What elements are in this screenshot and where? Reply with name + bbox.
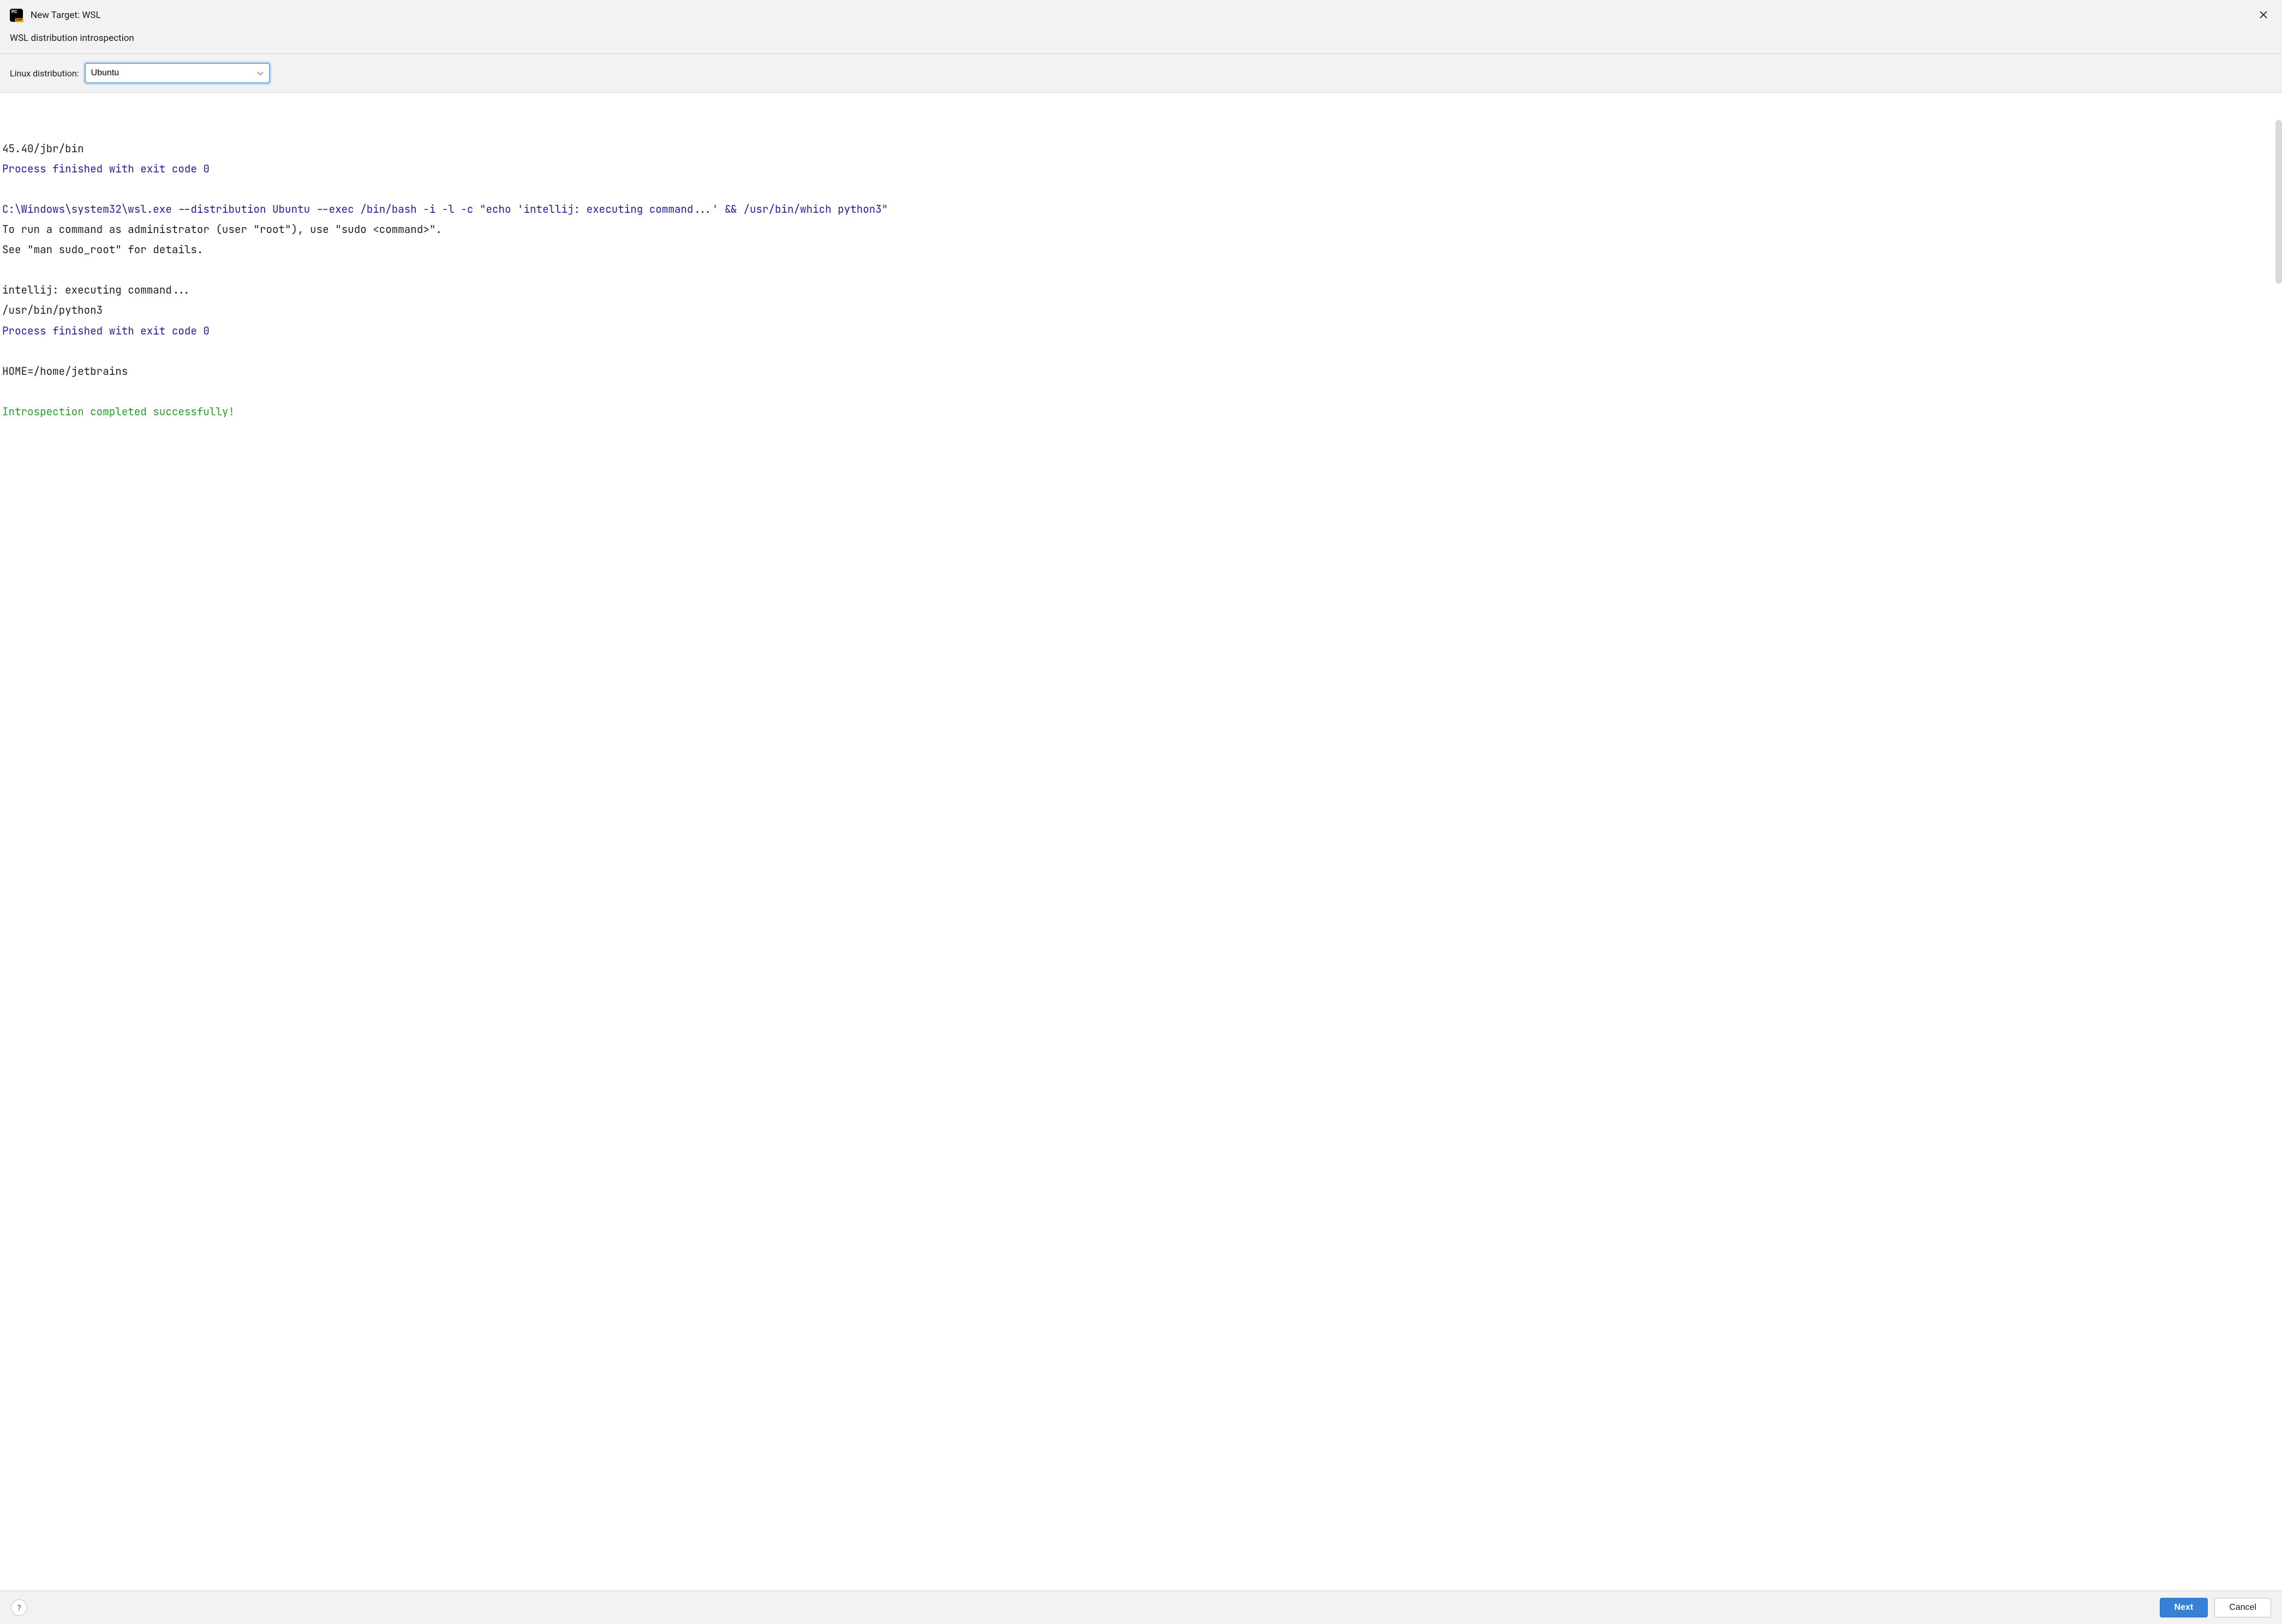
pycharm-eap-icon: PC EAP (10, 9, 23, 22)
dialog-subtitle: WSL distribution introspection (0, 28, 2282, 53)
titlebar: PC EAP New Target: WSL (0, 0, 2282, 28)
dialog-new-target-wsl: PC EAP New Target: WSL WSL distribution … (0, 0, 2282, 1624)
console-line: Introspection completed successfully! (2, 402, 2280, 422)
scrollbar-thumb[interactable] (2275, 120, 2282, 284)
console-line: See "man sudo_root" for details. (2, 240, 2280, 260)
linux-distribution-select[interactable] (85, 63, 270, 83)
dialog-title: New Target: WSL (31, 10, 2247, 21)
console-line (2, 179, 2280, 199)
console-line (2, 381, 2280, 402)
next-button[interactable]: Next (2160, 1598, 2208, 1617)
console-line: /usr/bin/python3 (2, 300, 2280, 320)
app-icon-letters: PC (11, 9, 17, 14)
console-line: Process finished with exit code 0 (2, 321, 2280, 341)
console-line: C:\Windows\system32\wsl.exe --distributi… (2, 199, 2280, 219)
console-line: 45.40/jbr/bin (2, 139, 2280, 159)
help-button[interactable]: ? (11, 1599, 27, 1616)
console-line (2, 341, 2280, 361)
linux-distribution-input[interactable] (85, 63, 270, 83)
console-line: Process finished with exit code 0 (2, 159, 2280, 179)
close-icon (2259, 10, 2268, 19)
linux-distribution-label: Linux distribution: (10, 68, 79, 79)
console-line: intellij: executing command... (2, 280, 2280, 300)
linux-distribution-row: Linux distribution: (0, 54, 2282, 92)
close-button[interactable] (2255, 8, 2272, 23)
dialog-footer: ? Next Cancel (0, 1591, 2282, 1624)
help-icon: ? (17, 1603, 21, 1613)
console-line (2, 260, 2280, 280)
app-icon-badge: EAP (15, 18, 23, 22)
cancel-button[interactable]: Cancel (2214, 1598, 2271, 1617)
introspection-console[interactable]: 45.40/jbr/binProcess finished with exit … (0, 92, 2282, 1591)
console-line: HOME=/home/jetbrains (2, 361, 2280, 381)
console-line: To run a command as administrator (user … (2, 219, 2280, 240)
